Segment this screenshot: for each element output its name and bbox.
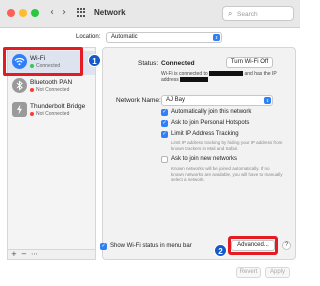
zoom-button[interactable] — [31, 9, 39, 17]
revert-button[interactable]: Revert — [236, 267, 261, 278]
thunderbolt-icon — [12, 102, 27, 117]
status-dot-icon — [30, 112, 34, 116]
apply-label: Apply — [269, 269, 285, 275]
status-text: Not Connected — [36, 87, 70, 93]
annotation-step-badge: 1 — [88, 54, 101, 67]
advanced-button[interactable]: Advanced... — [231, 240, 275, 251]
ask-join-new-help-text: Known networks will be joined automatica… — [171, 166, 283, 182]
back-arrow-icon[interactable]: ‹ — [50, 7, 54, 18]
action-menu-button[interactable]: ⋯ — [31, 250, 38, 258]
revert-label: Revert — [239, 269, 258, 275]
sidebar-item-status: Not Connected — [30, 87, 69, 93]
sidebar-item-status: Not Connected — [30, 111, 69, 117]
search-input[interactable] — [237, 9, 291, 19]
remove-service-button[interactable]: − — [21, 250, 27, 258]
network-name-value: AJ Bay — [166, 97, 186, 103]
network-name-select[interactable]: AJ Bay ⇕ — [161, 95, 273, 106]
close-button[interactable] — [7, 9, 15, 17]
status-dot-icon — [30, 88, 34, 92]
search-icon: ⌕ — [228, 9, 233, 18]
status-value: Connected — [161, 60, 195, 67]
info-text-part: and has the IP — [244, 71, 277, 77]
network-name-label: Network Name: — [116, 97, 161, 104]
personal-hotspots-checkbox[interactable]: ✓ — [161, 120, 168, 127]
limit-ip-tracking-checkbox[interactable]: ✓ — [161, 131, 168, 138]
ask-join-new-checkbox[interactable] — [161, 156, 168, 163]
location-label: Location: — [76, 34, 101, 40]
annotation-step-badge: 2 — [214, 244, 227, 257]
sidebar-item-bluetooth-pan[interactable]: Bluetooth PAN Not Connected — [8, 75, 95, 99]
service-list: Wi-Fi Connected Bluetooth PAN Not Connec… — [7, 47, 96, 250]
show-wifi-status-checkbox[interactable]: ✓ — [100, 243, 107, 250]
status-label: Status: — [138, 60, 159, 67]
apply-button[interactable]: Apply — [265, 267, 290, 278]
annotation-highlight-wifi — [3, 47, 83, 76]
sidebar-item-label: Bluetooth PAN — [30, 79, 73, 86]
personal-hotspots-label: Ask to join Personal Hotspots — [171, 120, 250, 126]
status-info-text: Wi-Fi is connected to and has the IP add… — [161, 71, 283, 83]
chevron-updown-icon: ⇕ — [264, 97, 271, 104]
window-title: Network — [94, 8, 126, 17]
search-field[interactable]: ⌕ — [222, 6, 294, 21]
add-service-button[interactable]: + — [11, 250, 17, 258]
help-button[interactable]: ? — [282, 241, 291, 250]
ask-join-new-label: Ask to join new networks — [171, 156, 238, 162]
show-all-grid-icon[interactable] — [77, 8, 86, 17]
show-wifi-status-label: Show Wi-Fi status in menu bar — [110, 243, 192, 249]
location-value: Automatic — [111, 34, 138, 40]
sidebar-item-label: Thunderbolt Bridge — [30, 103, 86, 110]
advanced-label: Advanced... — [237, 242, 269, 248]
auto-join-label: Automatically join this network — [171, 109, 252, 115]
redacted-network-name — [209, 71, 244, 77]
location-select[interactable]: Automatic ⇕ — [106, 32, 222, 43]
turn-wifi-off-button[interactable]: Turn Wi-Fi Off — [226, 57, 273, 68]
status-text: Not Connected — [36, 111, 70, 117]
limit-ip-tracking-label: Limit IP Address Tracking — [171, 131, 239, 137]
chevron-updown-icon: ⇕ — [213, 34, 220, 41]
forward-arrow-icon[interactable]: › — [62, 7, 66, 18]
info-text-part: address — [161, 77, 179, 83]
auto-join-checkbox[interactable]: ✓ — [161, 109, 168, 116]
minimize-button[interactable] — [19, 9, 27, 17]
bluetooth-icon — [12, 78, 27, 93]
limit-ip-help-text: Limit IP address tracking by hiding your… — [171, 140, 283, 151]
sidebar-toolbar: + − ⋯ — [7, 250, 96, 260]
turn-wifi-off-label: Turn Wi-Fi Off — [230, 59, 269, 65]
redacted-ip-address — [180, 77, 209, 83]
sidebar-item-thunderbolt-bridge[interactable]: Thunderbolt Bridge Not Connected — [8, 99, 95, 123]
